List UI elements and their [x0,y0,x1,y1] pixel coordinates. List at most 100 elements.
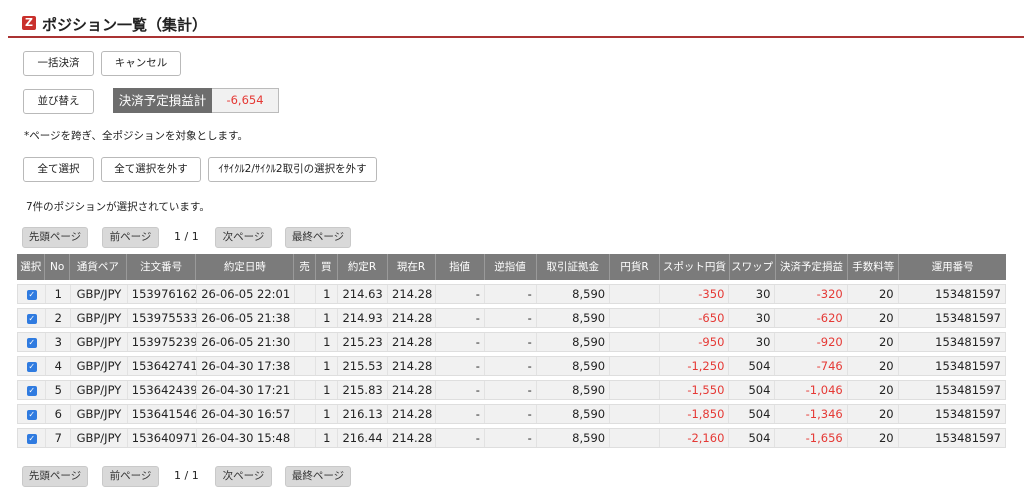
prev-page-button[interactable]: 前ページ [102,227,159,248]
cell-fee: 20 [848,285,899,303]
cell-current: 214.28 [388,333,437,351]
cross-page-notice: *ページを跨ぎ、全ポジションを対象とします。 [24,130,248,142]
cell-sell [295,405,317,423]
cell-buy: 1 [316,333,339,351]
row-checkbox[interactable]: ✓ [18,405,47,423]
sort-button[interactable]: 並び替え [23,89,94,114]
row-checkbox[interactable]: ✓ [18,357,47,375]
cell-no: 2 [46,309,72,327]
bulk-settle-button[interactable]: 一括決済 [23,51,94,76]
deselect-all-button[interactable]: 全て選択を外す [101,157,201,182]
next-page-button-bottom[interactable]: 次ページ [215,466,272,487]
cell-date: 26-04-30 16:57 [197,405,295,423]
deselect-cycle-button[interactable]: ｲｻｲｸﾙ2/ｻｲｸﾙ2取引の選択を外す [208,157,377,182]
cell-spot: -350 [660,285,730,303]
table-row[interactable]: ✓ 7 GBP/JPY 153640971 26-04-30 15:48 1 2… [17,428,1006,448]
cell-date: 26-06-05 21:30 [197,333,295,351]
cell-op-number: 153481597 [935,359,1001,373]
checkbox-checked-icon[interactable]: ✓ [26,313,37,324]
checkbox-checked-icon[interactable]: ✓ [26,361,37,372]
page-title: ポジション一覧（集計） [42,16,208,34]
col-op-number: 運用番号 [899,254,1006,280]
cancel-label: キャンセル [114,57,168,69]
checkbox-checked-icon[interactable]: ✓ [26,289,37,300]
table-row[interactable]: ✓ 1 GBP/JPY 153976162 26-06-05 22:01 1 2… [17,284,1006,304]
row-checkbox[interactable]: ✓ [18,309,47,327]
cell-fee: 20 [848,309,899,327]
cell-swap: 504 [729,429,776,447]
cell-limit: - [436,333,485,351]
cancel-button[interactable]: キャンセル [101,51,181,76]
table-row[interactable]: ✓ 2 GBP/JPY 153975533 26-06-05 21:38 1 2… [17,308,1006,328]
select-all-button[interactable]: 全て選択 [23,157,94,182]
cell-limit: - [436,381,485,399]
cell-buy: 1 [316,285,339,303]
last-page-button[interactable]: 最終ページ [285,227,351,248]
cell-pl: -1,656 [775,429,848,447]
cell-limit: - [436,405,485,423]
col-order: 注文番号 [126,254,197,280]
cell-sell [295,357,317,375]
col-buy: 買 [315,254,338,280]
cell-no: 4 [46,357,72,375]
row-checkbox[interactable]: ✓ [18,285,47,303]
cell-pl: -1,346 [775,405,848,423]
cell-pair: GBP/JPY [71,333,128,351]
cell-pair: GBP/JPY [71,405,128,423]
cell-fee: 20 [848,357,899,375]
cell-swap: 30 [729,333,776,351]
pl-total-value: -6,654 [226,93,264,107]
col-pair: 通貨ペア [69,254,127,280]
cell-margin: 8,590 [537,429,611,447]
cell-op-number: 153481597 [935,335,1001,349]
cell-order: 153640971 [128,429,198,447]
cell-current: 214.28 [388,285,437,303]
cell-spot: -1,250 [660,357,730,375]
cell-yen-rate [610,357,660,375]
cell-order: 153642741 [128,357,198,375]
checkbox-checked-icon[interactable]: ✓ [26,409,37,420]
row-checkbox[interactable]: ✓ [18,381,47,399]
row-checkbox[interactable]: ✓ [18,429,47,447]
cell-order: 153975533 [128,309,198,327]
cell-swap: 30 [729,285,776,303]
prev-page-button-bottom[interactable]: 前ページ [102,466,159,487]
cell-rate: 215.23 [338,333,389,351]
row-checkbox[interactable]: ✓ [18,333,47,351]
cell-current: 214.28 [388,381,437,399]
cell-current: 214.28 [388,357,437,375]
table-row[interactable]: ✓ 6 GBP/JPY 153641546 26-04-30 16:57 1 2… [17,404,1006,424]
cell-op-number: 153481597 [935,287,1001,301]
cell-pair: GBP/JPY [71,309,128,327]
table-row[interactable]: ✓ 4 GBP/JPY 153642741 26-04-30 17:38 1 2… [17,356,1006,376]
cell-pl: -1,046 [775,381,848,399]
cell-date: 26-04-30 17:21 [197,381,295,399]
deselect-cycle-label: ｲｻｲｸﾙ2/ｻｲｸﾙ2取引の選択を外す [218,163,367,175]
cell-sell [295,285,317,303]
cell-pair: GBP/JPY [71,381,128,399]
cell-yen-rate [610,429,660,447]
cell-current: 214.28 [388,309,437,327]
table-row[interactable]: ✓ 5 GBP/JPY 153642439 26-04-30 17:21 1 2… [17,380,1006,400]
deselect-all-label: 全て選択を外す [114,163,188,175]
checkbox-checked-icon[interactable]: ✓ [26,433,37,444]
col-spot: スポット円貨 [660,254,730,280]
first-page-button-bottom[interactable]: 先頭ページ [22,466,88,487]
cell-fee: 20 [848,429,899,447]
first-page-button[interactable]: 先頭ページ [22,227,88,248]
cell-stop: - [485,285,537,303]
bulk-settle-label: 一括決済 [37,57,80,69]
last-page-button-bottom[interactable]: 最終ページ [285,466,351,487]
col-date: 約定日時 [196,254,295,280]
cell-sell [295,381,317,399]
cell-order: 153641546 [128,405,198,423]
cell-op-number: 153481597 [935,311,1001,325]
cell-stop: - [485,429,537,447]
cell-sell [295,333,317,351]
cell-pl: -320 [775,285,848,303]
next-page-button[interactable]: 次ページ [215,227,272,248]
checkbox-checked-icon[interactable]: ✓ [26,385,37,396]
checkbox-checked-icon[interactable]: ✓ [26,337,37,348]
cell-pair: GBP/JPY [71,285,128,303]
table-row[interactable]: ✓ 3 GBP/JPY 153975239 26-06-05 21:30 1 2… [17,332,1006,352]
